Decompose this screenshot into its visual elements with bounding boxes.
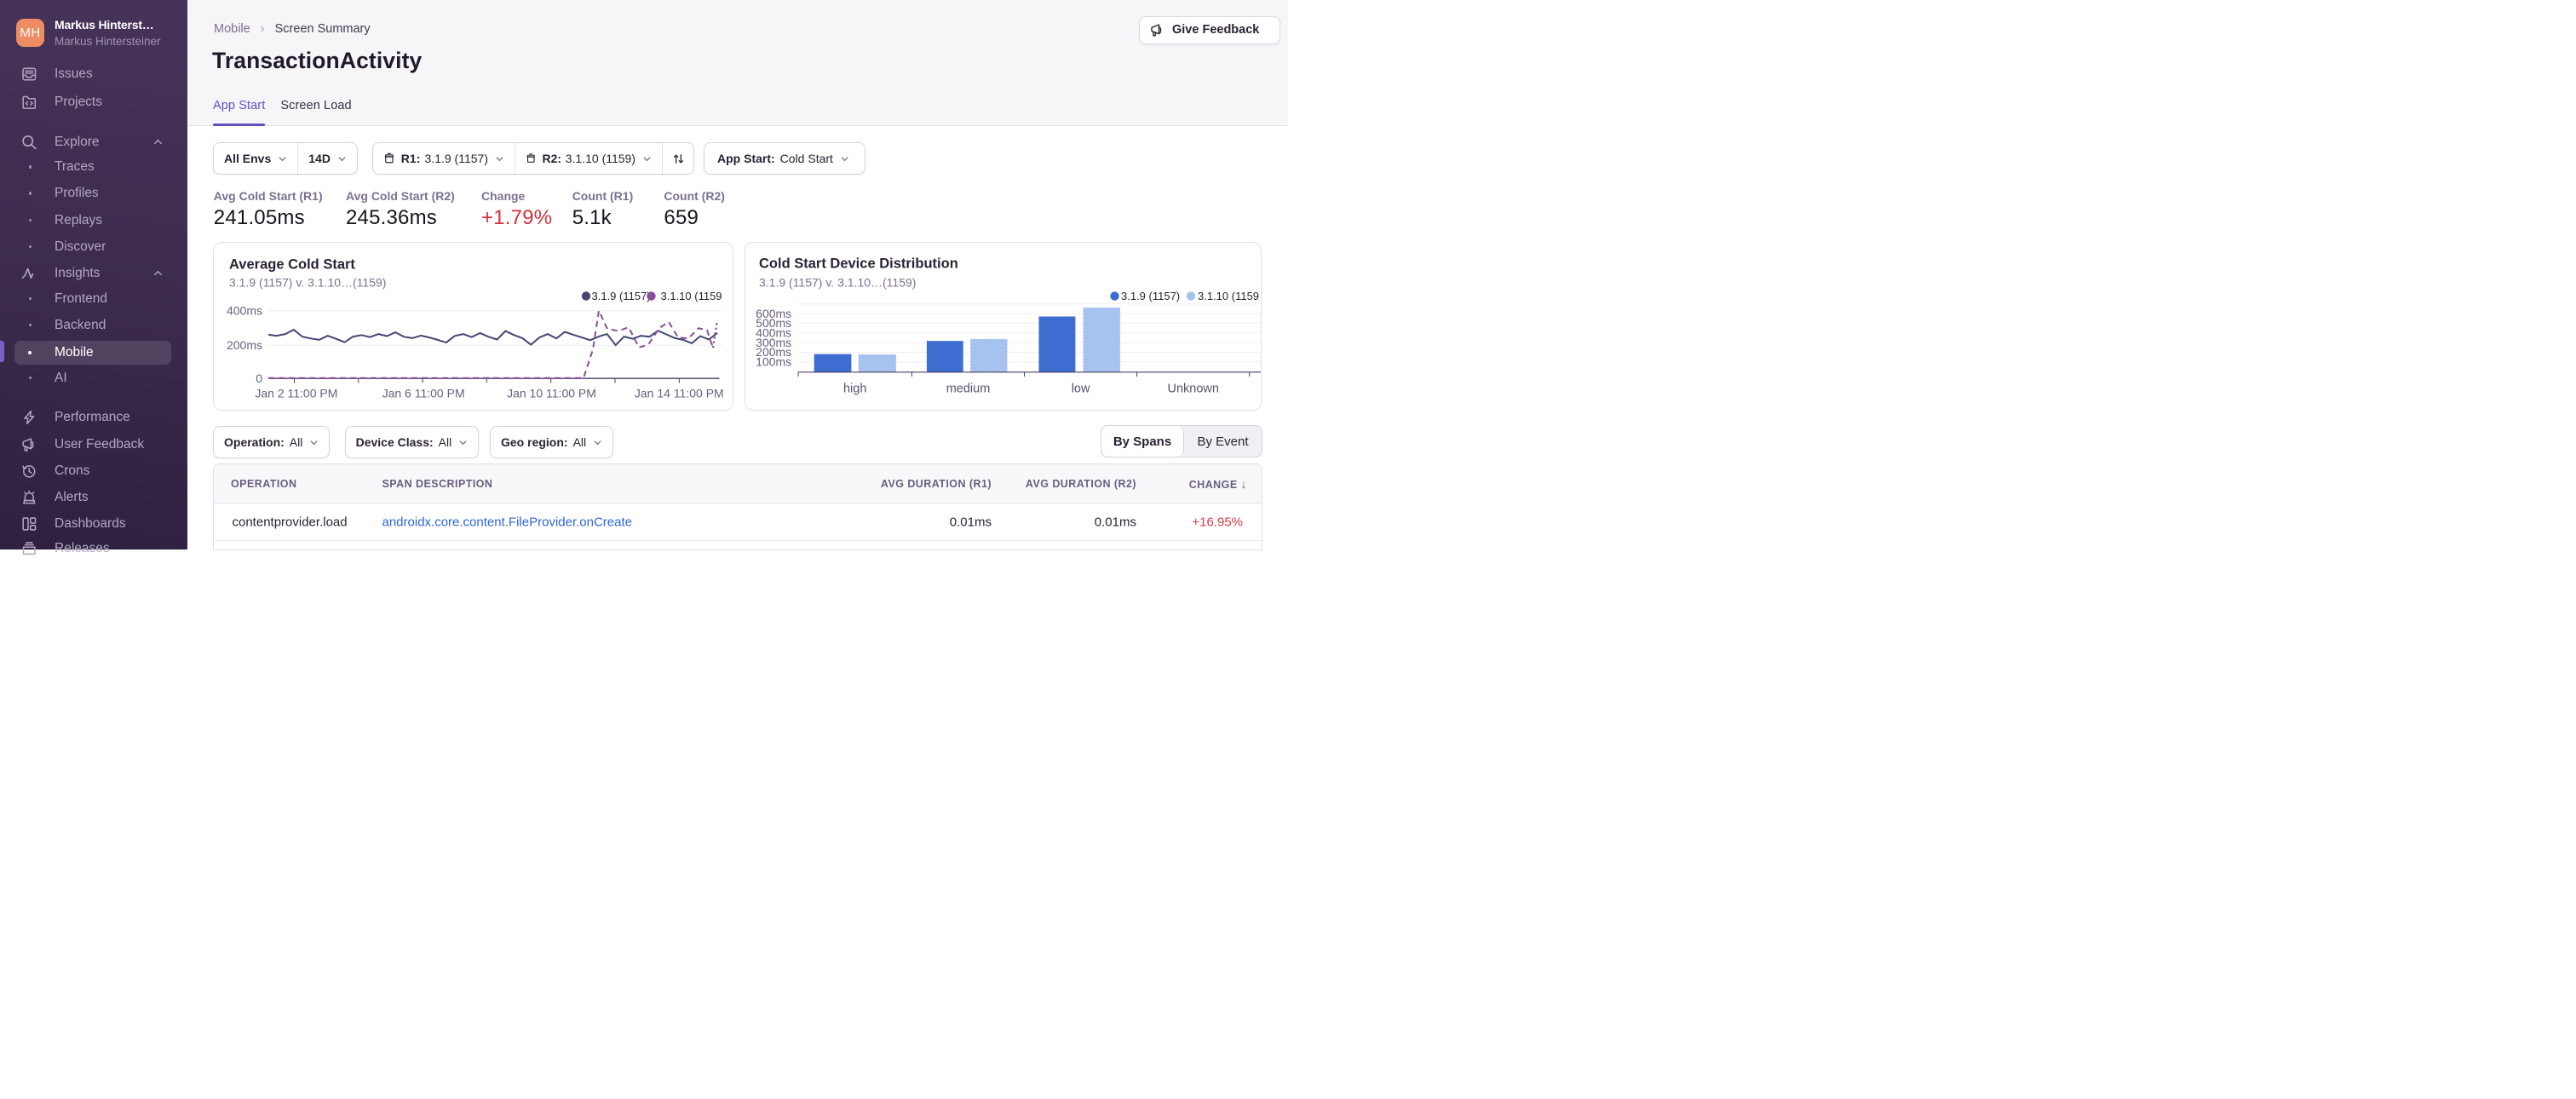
svg-text:0: 0: [256, 371, 262, 385]
svg-text:medium: medium: [946, 382, 991, 395]
svg-text:Jan 2 11:00 PM: Jan 2 11:00 PM: [255, 387, 337, 400]
svg-text:100ms: 100ms: [756, 355, 791, 369]
svg-text:Jan 10 11:00 PM: Jan 10 11:00 PM: [507, 387, 596, 400]
svg-text:3.1.10 (1159: 3.1.10 (1159: [1198, 290, 1259, 302]
svg-text:Jan 14 11:00 PM: Jan 14 11:00 PM: [635, 387, 724, 400]
svg-text:high: high: [843, 382, 866, 395]
svg-text:Jan 6 11:00 PM: Jan 6 11:00 PM: [382, 387, 465, 400]
svg-text:400ms: 400ms: [227, 304, 262, 318]
svg-text:Average Cold Start: Average Cold Start: [229, 257, 355, 273]
svg-text:200ms: 200ms: [227, 338, 262, 352]
svg-text:Unknown: Unknown: [1167, 382, 1218, 395]
svg-text:3.1.9 (1157): 3.1.9 (1157): [592, 290, 651, 302]
svg-text:Cold Start Device Distribution: Cold Start Device Distribution: [759, 256, 958, 271]
svg-text:low: low: [1072, 382, 1090, 395]
svg-text:3.1.10 (1159: 3.1.10 (1159: [661, 290, 722, 302]
svg-text:3.1.9 (1157) v. 3.1.10…(1159): 3.1.9 (1157) v. 3.1.10…(1159): [759, 276, 916, 290]
svg-text:3.1.9 (1157): 3.1.9 (1157): [1121, 290, 1180, 302]
svg-text:3.1.9 (1157) v. 3.1.10…(1159): 3.1.9 (1157) v. 3.1.10…(1159): [229, 275, 386, 289]
